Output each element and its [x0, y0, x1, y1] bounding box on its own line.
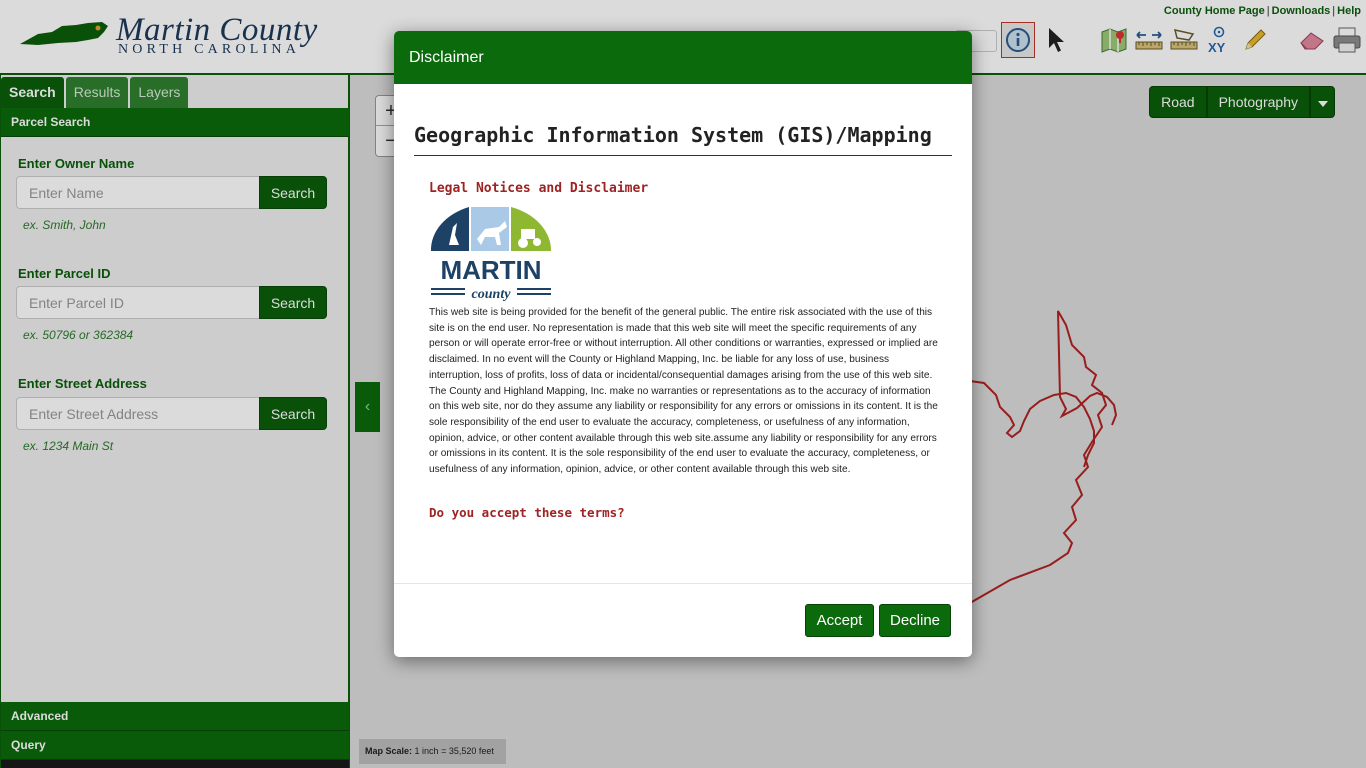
modal-title: Geographic Information System (GIS)/Mapp…	[414, 123, 952, 156]
modal-footer: Accept Decline	[394, 583, 972, 657]
modal-header: Disclaimer	[394, 31, 972, 84]
disclaimer-modal: Disclaimer Geographic Information System…	[394, 31, 972, 657]
disclaimer-text: This web site is being provided for the …	[429, 307, 938, 476]
legal-heading: Legal Notices and Disclaimer	[429, 181, 649, 196]
logo-martin-text: MARTIN	[440, 255, 541, 285]
accept-question: Do you accept these terms?	[429, 505, 625, 520]
decline-button[interactable]: Decline	[879, 604, 951, 637]
accept-button[interactable]: Accept	[805, 604, 874, 637]
martin-county-logo: MARTIN county	[430, 207, 552, 302]
logo-county-text: county	[472, 287, 512, 302]
